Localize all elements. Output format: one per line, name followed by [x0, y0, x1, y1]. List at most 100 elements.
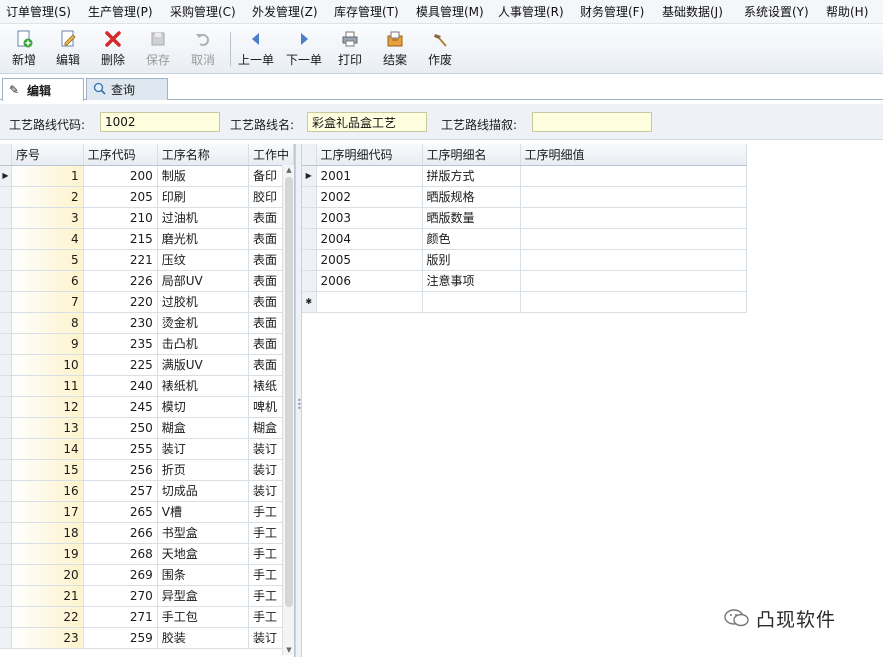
row-process-code-cell[interactable]: 240 — [83, 375, 158, 397]
row-detail-name-cell[interactable]: 版别 — [422, 249, 521, 271]
table-row[interactable]: 19 268 天地盒 手工 — [0, 543, 294, 565]
column-header-detail-code[interactable]: 工序明细代码 — [316, 144, 423, 166]
row-detail-name-cell[interactable]: 晒版数量 — [422, 207, 521, 229]
row-process-code-cell[interactable]: 268 — [83, 543, 158, 565]
scroll-down-icon[interactable]: ▼ — [284, 646, 294, 654]
row-indicator[interactable] — [0, 375, 12, 397]
current-row-indicator-icon[interactable]: ▶ — [0, 165, 12, 187]
next-button[interactable]: 下一单 — [282, 30, 326, 70]
row-detail-value-cell[interactable] — [520, 249, 747, 271]
new-row-cell[interactable] — [520, 291, 747, 313]
menu-hr[interactable]: 人事管理(R) — [492, 3, 574, 20]
row-process-name-cell[interactable]: 裱纸机 — [157, 375, 249, 397]
row-detail-code-cell[interactable]: 2006 — [316, 270, 423, 292]
row-seq-cell[interactable]: 12 — [11, 396, 84, 418]
row-seq-cell[interactable]: 7 — [11, 291, 84, 313]
row-process-code-cell[interactable]: 265 — [83, 501, 158, 523]
row-process-code-cell[interactable]: 271 — [83, 606, 158, 628]
table-row[interactable]: 23 259 胶装 装订 — [0, 627, 294, 649]
cancel-button[interactable]: 取消 — [181, 30, 225, 70]
row-seq-cell[interactable]: 16 — [11, 480, 84, 502]
row-process-name-cell[interactable]: 印刷 — [157, 186, 249, 208]
table-row[interactable]: 16 257 切成品 装订 — [0, 480, 294, 502]
row-indicator[interactable] — [0, 333, 12, 355]
menu-order[interactable]: 订单管理(S) — [0, 3, 82, 20]
row-indicator[interactable] — [0, 627, 12, 649]
row-indicator[interactable] — [302, 186, 317, 208]
row-detail-code-cell[interactable]: 2003 — [316, 207, 423, 229]
row-detail-code-cell[interactable]: 2004 — [316, 228, 423, 250]
new-button[interactable]: 新增 — [2, 30, 46, 70]
menu-production[interactable]: 生产管理(P) — [82, 3, 164, 20]
table-row[interactable]: 13 250 糊盒 糊盒 — [0, 417, 294, 439]
row-process-code-cell[interactable]: 235 — [83, 333, 158, 355]
row-process-code-cell[interactable]: 266 — [83, 522, 158, 544]
menu-outsource[interactable]: 外发管理(Z) — [246, 3, 328, 20]
row-seq-cell[interactable]: 17 — [11, 501, 84, 523]
row-process-name-cell[interactable]: 过油机 — [157, 207, 249, 229]
row-process-name-cell[interactable]: 糊盒 — [157, 417, 249, 439]
row-process-name-cell[interactable]: 压纹 — [157, 249, 249, 271]
row-indicator[interactable] — [0, 396, 12, 418]
table-row[interactable]: 21 270 异型盒 手工 — [0, 585, 294, 607]
row-indicator[interactable] — [302, 249, 317, 271]
edit-button[interactable]: 编辑 — [46, 30, 90, 70]
row-seq-cell[interactable]: 14 — [11, 438, 84, 460]
row-indicator[interactable] — [0, 459, 12, 481]
row-process-name-cell[interactable]: 击凸机 — [157, 333, 249, 355]
grid-splitter[interactable]: • • • — [295, 144, 302, 657]
row-seq-cell[interactable]: 1 — [11, 165, 84, 187]
row-process-name-cell[interactable]: 胶装 — [157, 627, 249, 649]
row-seq-cell[interactable]: 13 — [11, 417, 84, 439]
menu-inventory[interactable]: 库存管理(T) — [328, 3, 410, 20]
table-row[interactable]: 8 230 烫金机 表面 — [0, 312, 294, 334]
table-row[interactable]: 9 235 击凸机 表面 — [0, 333, 294, 355]
column-header-seq[interactable]: 序号 — [11, 144, 84, 166]
close-case-button[interactable]: 结案 — [373, 30, 417, 70]
row-process-code-cell[interactable]: 225 — [83, 354, 158, 376]
row-process-code-cell[interactable]: 255 — [83, 438, 158, 460]
row-indicator[interactable] — [0, 606, 12, 628]
row-indicator[interactable] — [0, 186, 12, 208]
current-row-indicator-icon[interactable]: ▶ — [302, 165, 317, 187]
row-process-code-cell[interactable]: 220 — [83, 291, 158, 313]
row-detail-code-cell[interactable]: 2001 — [316, 165, 423, 187]
table-row[interactable]: 2002 晒版规格 — [302, 186, 747, 208]
new-row-cell[interactable] — [422, 291, 521, 313]
column-header-detail-name[interactable]: 工序明细名 — [422, 144, 521, 166]
row-seq-cell[interactable]: 22 — [11, 606, 84, 628]
row-seq-cell[interactable]: 3 — [11, 207, 84, 229]
row-detail-value-cell[interactable] — [520, 228, 747, 250]
row-seq-cell[interactable]: 2 — [11, 186, 84, 208]
row-indicator[interactable] — [302, 228, 317, 250]
table-row[interactable]: ▶ 2001 拼版方式 — [302, 165, 747, 187]
row-detail-value-cell[interactable] — [520, 186, 747, 208]
row-process-name-cell[interactable]: 烫金机 — [157, 312, 249, 334]
row-seq-cell[interactable]: 9 — [11, 333, 84, 355]
new-row-cell[interactable] — [316, 291, 423, 313]
delete-button[interactable]: 删除 — [91, 30, 135, 70]
row-detail-name-cell[interactable]: 注意事项 — [422, 270, 521, 292]
table-row[interactable]: 7 220 过胶机 表面 — [0, 291, 294, 313]
row-process-name-cell[interactable]: 局部UV — [157, 270, 249, 292]
row-indicator[interactable] — [302, 270, 317, 292]
table-row[interactable]: 2005 版别 — [302, 249, 747, 271]
row-process-code-cell[interactable]: 245 — [83, 396, 158, 418]
menu-basic-data[interactable]: 基础数据(J) — [656, 3, 738, 20]
table-row[interactable]: 4 215 磨光机 表面 — [0, 228, 294, 250]
column-header-detail-value[interactable]: 工序明细值 — [520, 144, 747, 166]
menu-help[interactable]: 帮助(H) — [820, 3, 868, 20]
row-seq-cell[interactable]: 23 — [11, 627, 84, 649]
row-process-name-cell[interactable]: 切成品 — [157, 480, 249, 502]
row-indicator[interactable] — [0, 585, 12, 607]
row-indicator[interactable] — [0, 501, 12, 523]
row-detail-code-cell[interactable]: 2002 — [316, 186, 423, 208]
row-process-name-cell[interactable]: 满版UV — [157, 354, 249, 376]
table-row[interactable]: 3 210 过油机 表面 — [0, 207, 294, 229]
row-process-code-cell[interactable]: 259 — [83, 627, 158, 649]
table-row[interactable]: 22 271 手工包 手工 — [0, 606, 294, 628]
table-row[interactable]: 2 205 印刷 胶印 — [0, 186, 294, 208]
row-indicator[interactable] — [0, 354, 12, 376]
table-row[interactable]: 18 266 书型盒 手工 — [0, 522, 294, 544]
tab-query[interactable]: 查询 — [86, 78, 168, 100]
